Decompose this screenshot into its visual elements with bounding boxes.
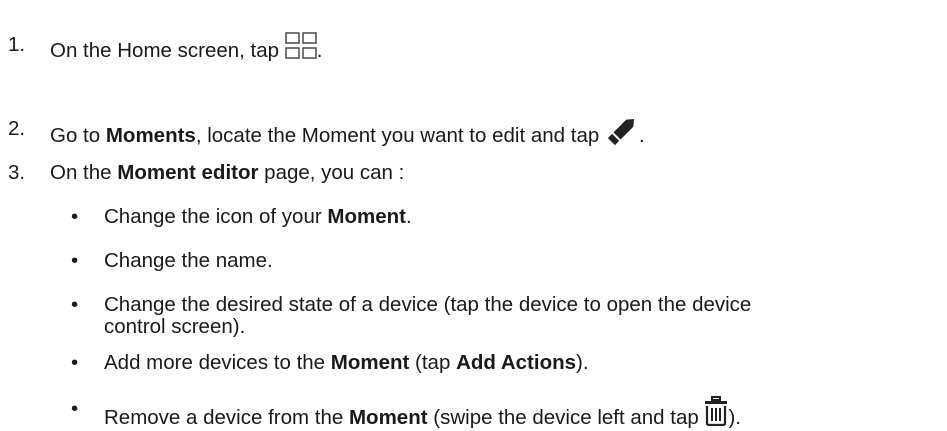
bullet: • [71, 205, 79, 228]
bullet-text: Change the icon of your Moment. [104, 205, 412, 228]
step-number: 2. [8, 117, 26, 140]
step-number: 3. [8, 161, 26, 184]
step-text: On the Moment editor page, you can : [50, 161, 405, 184]
moments-label: Moments [105, 124, 196, 147]
bullet-text: Add more devices to the Moment (tap Add … [104, 351, 589, 374]
step-text: Go to Moments, locate the Moment you wan… [50, 116, 645, 149]
bullet-text-line-2: control screen). [104, 315, 246, 338]
bullet-text: Change the name. [104, 249, 273, 272]
trash-icon [704, 396, 728, 426]
step-text: On the Home screen, tap . [50, 32, 322, 64]
bullet: • [71, 351, 79, 374]
bullet: • [71, 293, 79, 316]
step-number: 1. [8, 33, 26, 56]
bullet: • [71, 397, 79, 420]
bullet: • [71, 249, 79, 272]
grid-icon [284, 32, 317, 60]
moment-editor-label: Moment editor [117, 161, 259, 184]
pencil-icon [605, 116, 639, 146]
bullet-text: Remove a device from the Moment (swipe t… [104, 396, 741, 431]
instructions-document: 1. On the Home screen, tap . 2. Go to Mo… [0, 0, 947, 431]
